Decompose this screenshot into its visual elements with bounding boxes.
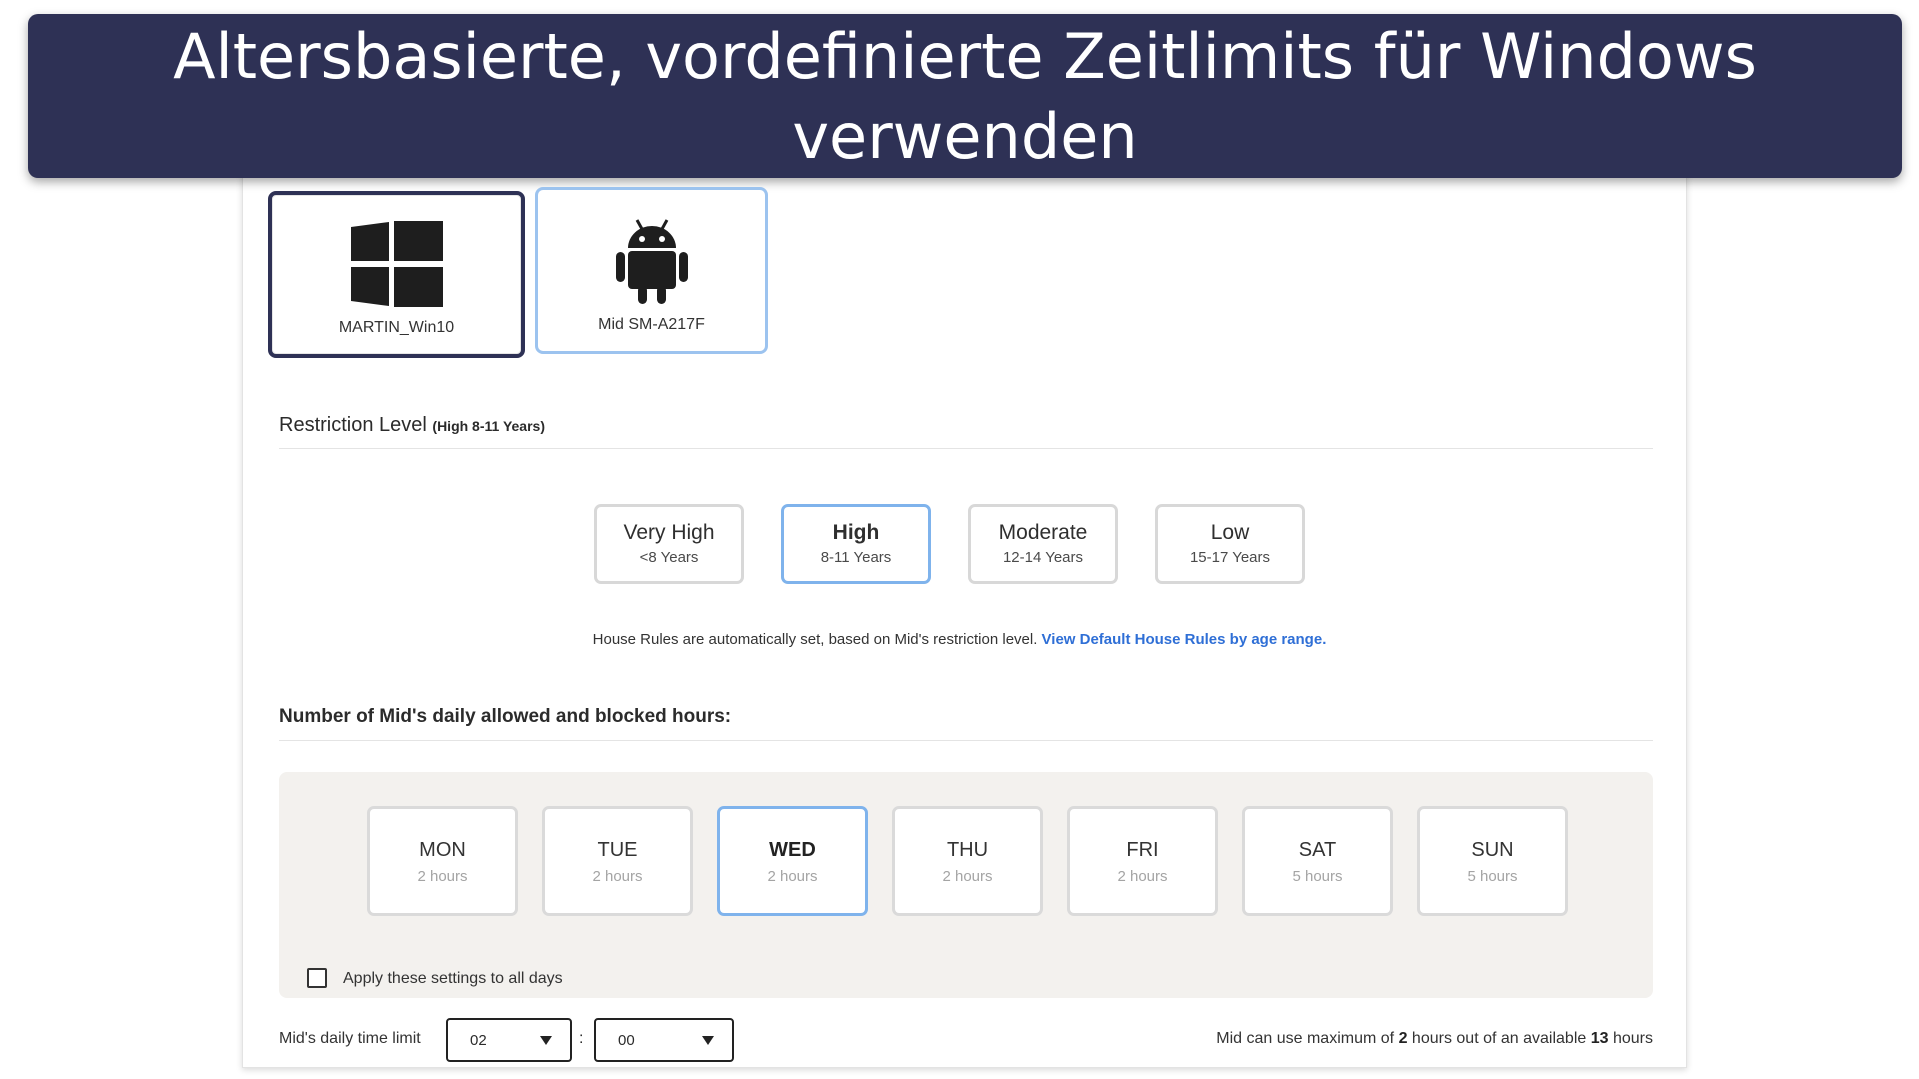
level-label: Very High bbox=[623, 521, 715, 544]
available-hours: 13 bbox=[1590, 1030, 1609, 1047]
hours-select-value: 02 bbox=[470, 1032, 487, 1049]
divider bbox=[279, 740, 1653, 741]
level-very-high[interactable]: Very High <8 Years bbox=[594, 504, 744, 584]
max-hours: 2 bbox=[1398, 1030, 1408, 1047]
day-label: SUN bbox=[1471, 839, 1514, 861]
day-thu[interactable]: THU 2 hours bbox=[892, 806, 1043, 916]
day-label: THU bbox=[946, 839, 989, 861]
day-sun[interactable]: SUN 5 hours bbox=[1417, 806, 1568, 916]
daily-time-limit-label: Mid's daily time limit bbox=[279, 1030, 421, 1047]
max-suffix: hours bbox=[1612, 1030, 1653, 1047]
max-prefix: Mid can use maximum of bbox=[1216, 1030, 1395, 1047]
day-fri[interactable]: FRI 2 hours bbox=[1067, 806, 1218, 916]
day-hours: 2 hours bbox=[942, 868, 993, 885]
level-moderate[interactable]: Moderate 12-14 Years bbox=[968, 504, 1118, 584]
day-label: WED bbox=[769, 839, 816, 861]
max-usage-text: Mid can use maximum of 2 hours out of an… bbox=[1216, 1030, 1653, 1048]
day-label: FRI bbox=[1126, 839, 1159, 861]
device-name: MARTIN_Win10 bbox=[338, 319, 455, 336]
level-range: 8-11 Years bbox=[820, 549, 892, 566]
level-label: Low bbox=[1210, 521, 1250, 544]
day-hours: 2 hours bbox=[417, 868, 468, 885]
daily-hours-title: Number of Mid's daily allowed and blocke… bbox=[279, 706, 732, 727]
restriction-title-text: Restriction Level bbox=[279, 414, 427, 436]
day-tue[interactable]: TUE 2 hours bbox=[542, 806, 693, 916]
banner-line-1: Altersbasierte, vordefinierte Zeitlimits… bbox=[173, 20, 1757, 93]
minutes-select[interactable]: 00 bbox=[594, 1018, 734, 1062]
device-card-windows[interactable]: MARTIN_Win10 bbox=[268, 191, 525, 358]
minutes-select-value: 00 bbox=[618, 1032, 635, 1049]
level-high[interactable]: High 8-11 Years bbox=[781, 504, 931, 584]
view-default-house-rules-link[interactable]: View Default House Rules by age range. bbox=[1042, 631, 1327, 648]
day-label: MON bbox=[419, 839, 466, 861]
level-range: 15-17 Years bbox=[1189, 549, 1271, 566]
hours-select[interactable]: 02 bbox=[446, 1018, 572, 1062]
day-hours: 5 hours bbox=[1467, 868, 1518, 885]
restriction-current-level: (High 8-11 Years) bbox=[432, 418, 545, 434]
time-separator: : bbox=[579, 1030, 584, 1047]
device-card-android[interactable]: Mid SM-A217F bbox=[535, 187, 768, 354]
day-hours: 2 hours bbox=[1117, 868, 1168, 885]
day-label: TUE bbox=[597, 839, 638, 861]
restriction-level-title: Restriction Level (High 8-11 Years) bbox=[279, 414, 545, 437]
apply-all-days-label: Apply these settings to all days bbox=[343, 970, 563, 987]
note-text: House Rules are automatically set, based… bbox=[592, 631, 1038, 648]
level-range: <8 Years bbox=[639, 549, 699, 566]
device-name: Mid SM-A217F bbox=[598, 316, 705, 333]
day-wed[interactable]: WED 2 hours bbox=[717, 806, 868, 916]
day-hours: 5 hours bbox=[1292, 868, 1343, 885]
level-range: 12-14 Years bbox=[1002, 549, 1084, 566]
apply-all-days-checkbox[interactable] bbox=[307, 968, 327, 988]
day-sat[interactable]: SAT 5 hours bbox=[1242, 806, 1393, 916]
day-mon[interactable]: MON 2 hours bbox=[367, 806, 518, 916]
day-label: SAT bbox=[1298, 839, 1337, 861]
day-hours: 2 hours bbox=[592, 868, 643, 885]
level-low[interactable]: Low 15-17 Years bbox=[1155, 504, 1305, 584]
house-rules-note: House Rules are automatically set, based… bbox=[0, 631, 1919, 648]
windows-logo-icon bbox=[350, 221, 443, 307]
level-label: Moderate bbox=[998, 521, 1088, 544]
max-middle: hours out of an available bbox=[1411, 1030, 1587, 1047]
banner-line-2: verwenden bbox=[792, 100, 1138, 173]
day-hours: 2 hours bbox=[767, 868, 818, 885]
title-banner: Altersbasierte, vordefinierte Zeitlimits… bbox=[28, 14, 1902, 178]
chevron-down-icon bbox=[540, 1036, 552, 1045]
level-label: High bbox=[832, 521, 880, 544]
chevron-down-icon bbox=[702, 1036, 714, 1045]
android-robot-icon bbox=[615, 219, 688, 304]
divider bbox=[279, 448, 1653, 449]
